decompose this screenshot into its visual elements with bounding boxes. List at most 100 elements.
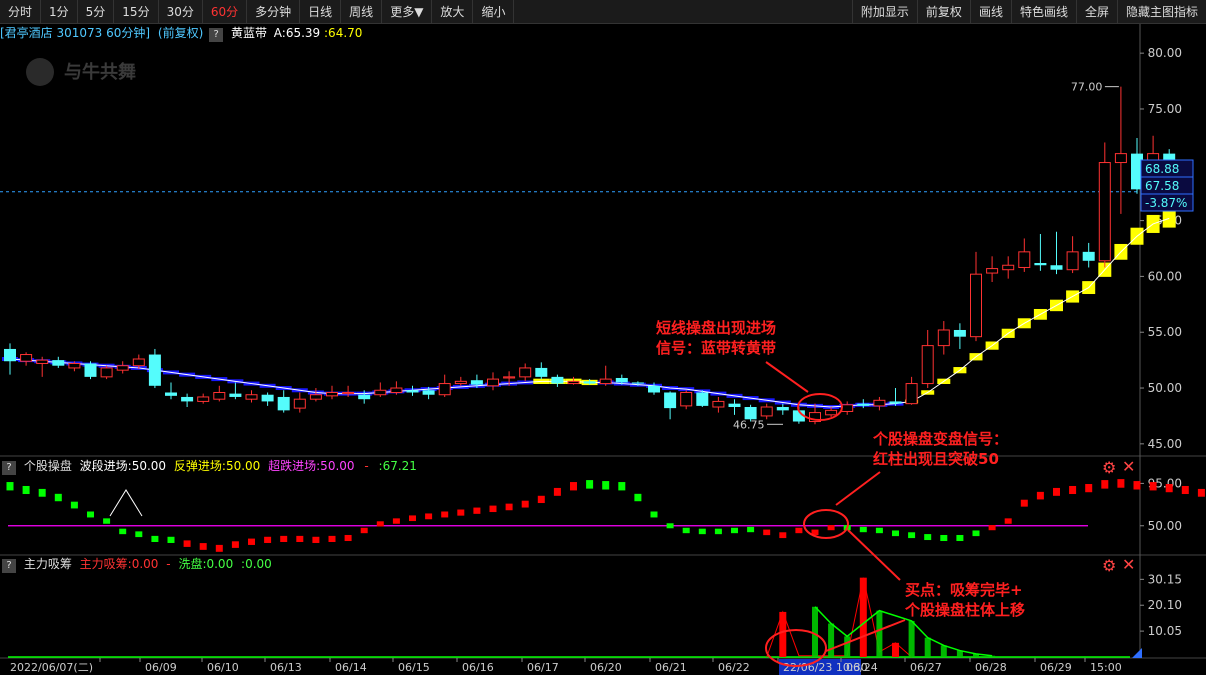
watermark-logo-icon — [26, 58, 54, 86]
ind1-bar — [489, 505, 497, 513]
ind1-bar — [6, 482, 14, 491]
candle-body — [1098, 162, 1111, 262]
candle-body — [229, 393, 242, 397]
ind1-bar — [988, 525, 996, 531]
ind1-bar — [119, 528, 127, 535]
ind1-bar — [650, 511, 658, 518]
ind1-bar — [70, 501, 78, 509]
candle-body — [986, 268, 999, 274]
ind2-green-bar — [812, 606, 818, 657]
candle-body — [583, 381, 596, 384]
x-tick-label: 06/13 — [270, 661, 302, 674]
ind1-bar — [22, 485, 30, 495]
candle-body — [535, 367, 548, 377]
candle-body — [664, 392, 677, 409]
watermark-text: 与牛共舞 — [64, 61, 136, 83]
x-tick-label: 15:00 — [1090, 661, 1122, 674]
candle-body — [648, 385, 660, 393]
candle-body — [245, 394, 258, 400]
ind2-green-bar — [924, 637, 931, 657]
x-tick-label: 06/22 — [718, 661, 750, 674]
ind1-bar — [586, 480, 594, 489]
ind1-bar — [537, 495, 545, 504]
x-tick-label: 06/09 — [145, 661, 177, 674]
ind1-bar — [666, 523, 674, 529]
candle-body — [728, 403, 741, 408]
ind1-triangle-marker — [109, 489, 143, 517]
candle-body — [905, 383, 918, 405]
candle-body — [100, 367, 113, 378]
ind1-bar — [505, 503, 513, 511]
x-tick-label: 2022/06/07(二) — [10, 661, 93, 674]
candle-body — [342, 391, 355, 395]
x-tick-label: 06/21 — [655, 661, 687, 674]
ind1-bar — [1004, 518, 1012, 524]
main-y-tick-label: 80.00 — [1148, 46, 1182, 60]
candle-body — [326, 391, 338, 397]
ind2-green-bar — [844, 636, 851, 657]
x-tick-label: 06/28 — [975, 661, 1007, 674]
annotation-2-circle — [803, 509, 849, 539]
ind1-y-tick-label: 50.00 — [1148, 519, 1182, 533]
main-y-tick-label: 55.00 — [1148, 325, 1182, 339]
ind1-bar — [151, 535, 159, 543]
ind1-bar — [38, 488, 46, 497]
candle-body — [487, 378, 499, 387]
resize-corner-icon — [1132, 648, 1142, 658]
ind1-bar — [376, 521, 384, 527]
candle-body — [1114, 153, 1127, 164]
ind1-bar — [199, 543, 207, 550]
annotation-1-pointer — [765, 361, 809, 393]
ind1-bar — [731, 527, 738, 534]
candle-body — [181, 396, 194, 402]
ind1-bar — [473, 507, 481, 514]
annotation-2-line2: 红柱出现且突破50 — [873, 450, 999, 468]
ind1-bar — [312, 536, 320, 543]
candle-body — [309, 394, 322, 400]
ind1-bar — [747, 526, 755, 533]
ind1-bar — [457, 509, 465, 516]
candle-body — [358, 394, 371, 400]
candle-body — [953, 329, 966, 337]
candle-body — [519, 367, 532, 378]
candle-body — [4, 348, 16, 362]
change-tag: -3.87% — [1145, 196, 1187, 210]
ind1-bar — [908, 532, 916, 539]
candle-body — [20, 354, 33, 362]
candle-body — [213, 391, 226, 400]
candle-body — [1002, 264, 1015, 271]
candle-body — [567, 380, 580, 385]
ind1-bar — [1117, 479, 1125, 488]
x-tick-label: 06/15 — [398, 661, 430, 674]
ind2-y-tick-label: 20.10 — [1148, 598, 1182, 612]
ind2-green-bar — [876, 610, 883, 657]
ind1-bar — [714, 528, 722, 535]
ind1-bar — [167, 536, 175, 543]
x-tick-label: 06/16 — [462, 661, 494, 674]
ind1-bar — [360, 527, 368, 534]
candle-body — [36, 359, 49, 364]
candle-body — [503, 376, 516, 379]
ind1-bar — [1197, 488, 1205, 497]
candle-body — [873, 399, 886, 407]
ind1-bar — [231, 541, 239, 548]
candle-body — [921, 345, 934, 385]
ind1-bar — [1069, 485, 1077, 495]
ind1-bar — [521, 500, 529, 508]
ind1-bar — [54, 493, 62, 502]
x-tick-label: 06/24 — [846, 661, 878, 674]
candle-body — [132, 358, 145, 367]
ind1-bar — [425, 513, 433, 520]
candle-body — [116, 365, 129, 371]
ind1-bar — [87, 511, 94, 518]
annotation-1-line2: 信号：蓝带转黄带 — [656, 339, 776, 357]
ind1-bar — [956, 534, 964, 542]
price-tag-2: 67.58 — [1145, 179, 1179, 193]
ind1-bar — [795, 527, 803, 534]
candle-body — [889, 401, 902, 404]
chart-area: 与牛共舞45.0050.0055.0060.0065.0070.0075.008… — [0, 24, 1206, 675]
ind1-bar — [135, 531, 143, 538]
candle-body — [68, 362, 81, 369]
ind1-bar — [215, 544, 223, 552]
candle-body — [631, 382, 644, 384]
